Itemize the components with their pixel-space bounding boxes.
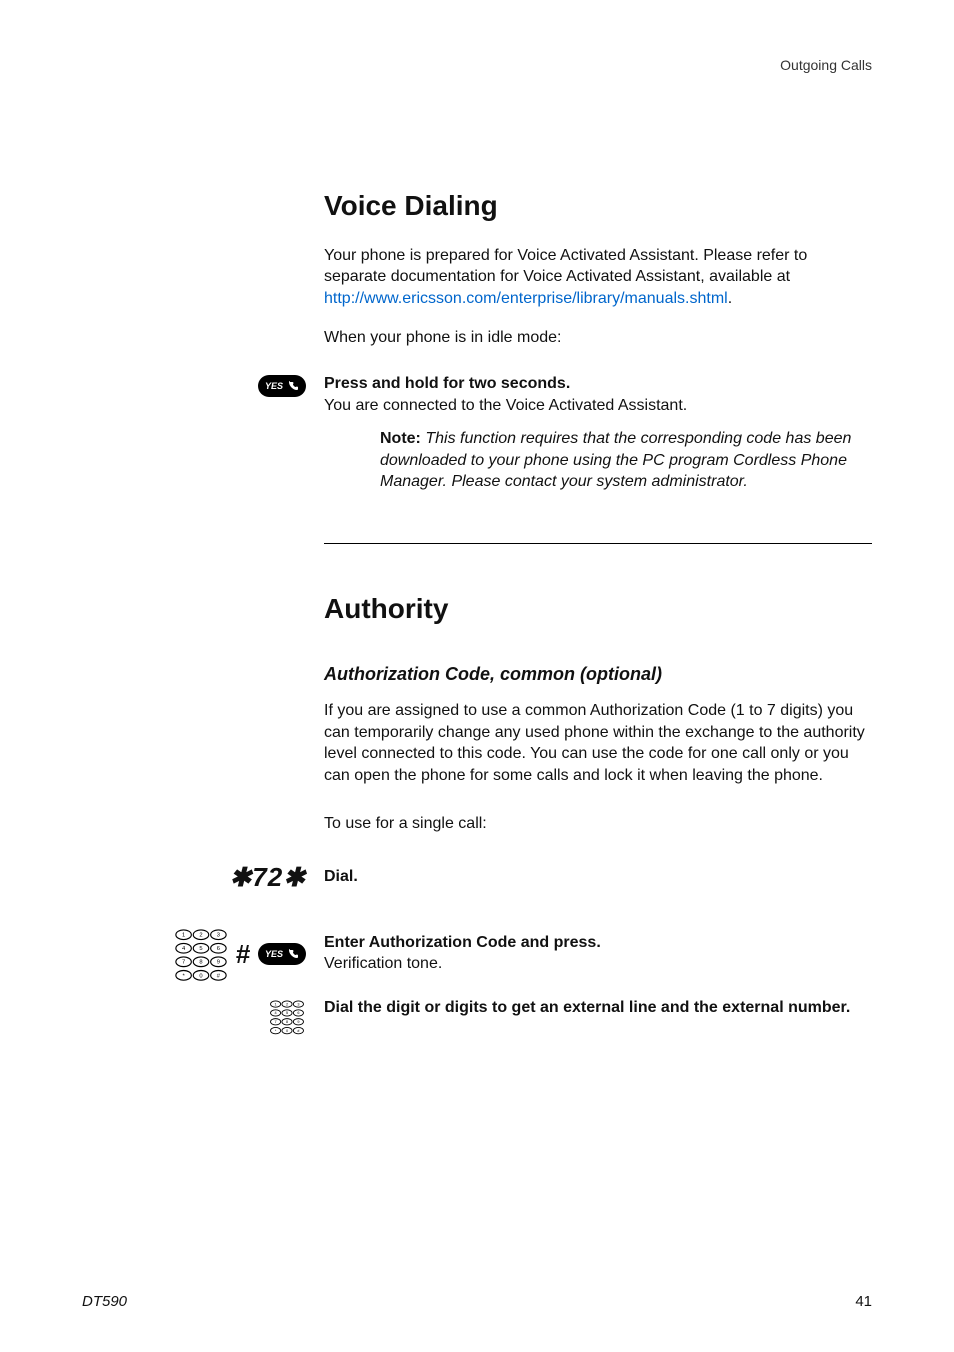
svg-text:#: # xyxy=(216,973,220,979)
svg-text:1: 1 xyxy=(182,933,185,939)
keypad-icon: 1 2 3 4 5 6 7 8 9 * 0 # xyxy=(268,999,306,1034)
svg-text:9: 9 xyxy=(297,1020,299,1024)
single-call-intro: To use for a single call: xyxy=(324,813,872,835)
svg-text:8: 8 xyxy=(199,960,202,966)
hash-key-icon: # xyxy=(236,941,250,967)
svg-text:0: 0 xyxy=(199,973,202,979)
svg-text:9: 9 xyxy=(216,960,219,966)
idle-mode-line: When your phone is in idle mode: xyxy=(324,327,872,349)
enter-auth-code-instruction: Enter Authorization Code and press. xyxy=(324,932,872,954)
handset-icon xyxy=(287,948,299,960)
svg-text:0: 0 xyxy=(286,1029,288,1033)
doc-link[interactable]: http://www.ericsson.com/enterprise/libra… xyxy=(324,290,728,307)
voice-dialing-heading: Voice Dialing xyxy=(324,187,872,225)
yes-key-label: YES xyxy=(265,380,283,392)
intro-text: Your phone is prepared for Voice Activat… xyxy=(324,247,807,286)
press-hold-instruction: Press and hold for two seconds. xyxy=(324,373,872,395)
footer-model: DT590 xyxy=(82,1292,127,1312)
auth-code-body: If you are assigned to use a common Auth… xyxy=(324,700,872,786)
dial-external-line-instruction: Dial the digit or digits to get an exter… xyxy=(324,997,872,1019)
svg-text:*: * xyxy=(182,973,185,979)
svg-text:1: 1 xyxy=(275,1003,277,1007)
yes-key-label: YES xyxy=(265,948,283,960)
svg-text:7: 7 xyxy=(182,960,185,966)
keypad-icon: 1 2 3 4 5 6 7 8 9 * 0 # xyxy=(172,927,230,981)
svg-text:3: 3 xyxy=(216,933,219,939)
dial-label: Dial. xyxy=(324,866,872,888)
yes-key-icon: YES xyxy=(258,375,306,397)
svg-text:4: 4 xyxy=(182,946,186,952)
svg-text:6: 6 xyxy=(216,946,219,952)
running-header: Outgoing Calls xyxy=(82,56,872,75)
note-block: Note: This function requires that the co… xyxy=(324,428,872,493)
auth-code-subheading: Authorization Code, common (optional) xyxy=(324,662,872,686)
svg-text:2: 2 xyxy=(286,1003,288,1007)
note-body: This function requires that the correspo… xyxy=(380,430,851,490)
svg-text:5: 5 xyxy=(286,1012,288,1016)
voice-dialing-intro: Your phone is prepared for Voice Activat… xyxy=(324,245,872,310)
footer-page-number: 41 xyxy=(855,1292,872,1312)
svg-text:8: 8 xyxy=(286,1020,288,1024)
svg-text:5: 5 xyxy=(199,946,202,952)
svg-text:*: * xyxy=(275,1029,277,1033)
press-hold-sub: You are connected to the Voice Activated… xyxy=(324,395,872,417)
yes-key-icon: YES xyxy=(258,943,306,965)
handset-icon xyxy=(287,380,299,392)
section-separator xyxy=(324,543,872,544)
svg-text:2: 2 xyxy=(199,933,202,939)
intro-terminator: . xyxy=(728,290,732,307)
page-footer: DT590 41 xyxy=(82,1292,872,1312)
verification-tone: Verification tone. xyxy=(324,953,872,975)
svg-text:6: 6 xyxy=(297,1012,299,1016)
dial-code: ✱72✱ xyxy=(230,860,307,895)
svg-text:3: 3 xyxy=(297,1003,299,1007)
authority-heading: Authority xyxy=(324,590,872,628)
svg-text:4: 4 xyxy=(275,1012,277,1016)
main-content: Voice Dialing Your phone is prepared for… xyxy=(82,187,872,1041)
svg-text:7: 7 xyxy=(275,1020,277,1024)
note-label: Note: xyxy=(380,430,421,447)
svg-text:#: # xyxy=(297,1029,300,1033)
